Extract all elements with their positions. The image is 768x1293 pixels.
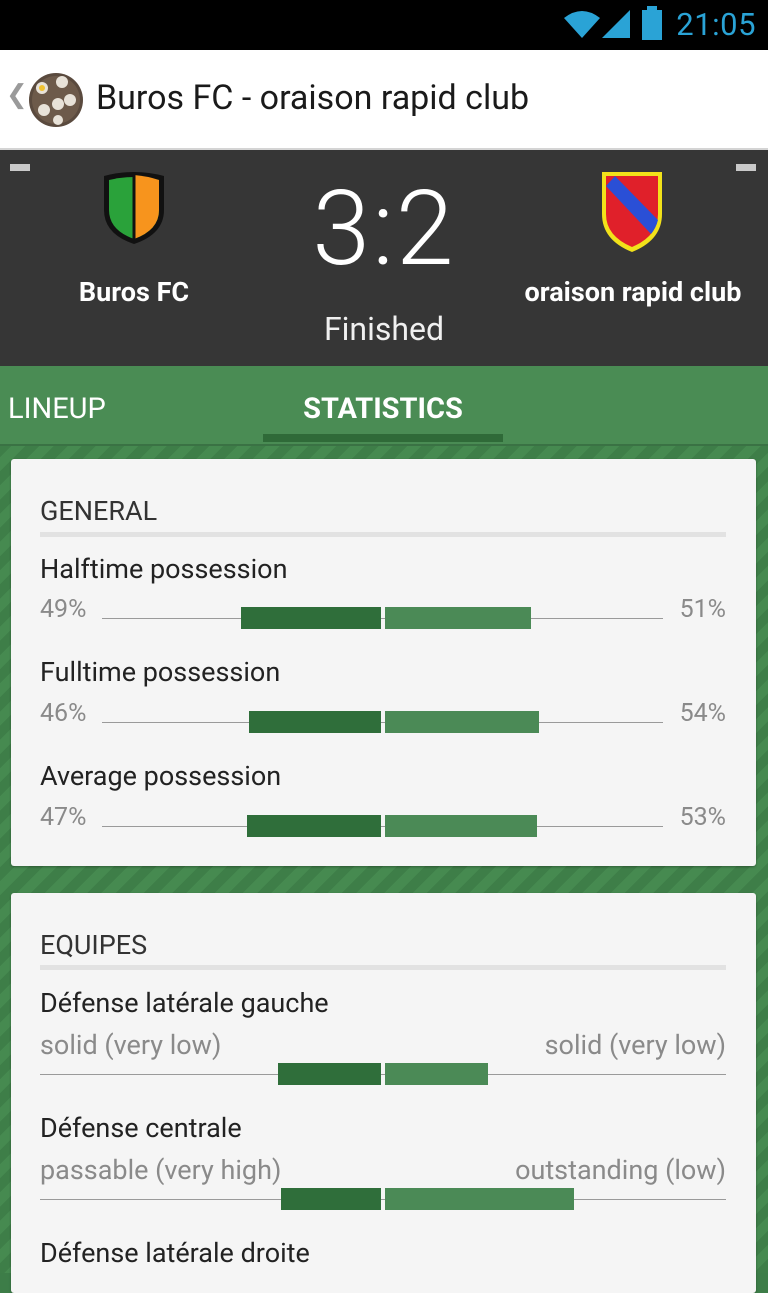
stat-right-value: 51%	[679, 595, 726, 624]
home-stat-bar	[240, 607, 381, 629]
stat-left-value: 49%	[40, 595, 87, 624]
section-divider	[40, 965, 726, 970]
stat-left-value: 46%	[40, 699, 87, 728]
stat-label: Average possession	[40, 760, 282, 792]
stat-label: Défense latérale gauche	[40, 987, 329, 1019]
tab-statistics[interactable]: STATISTICS	[263, 392, 503, 426]
stat-right-value: 54%	[679, 699, 726, 728]
away-team-name: oraison rapid club	[524, 276, 742, 308]
stat-label: Défense centrale	[40, 1112, 242, 1144]
stat-baseline	[40, 1074, 726, 1075]
section-title-equipes: EQUIPES	[40, 929, 148, 961]
home-team-name: Buros FC	[78, 276, 190, 308]
home-team-crest-icon[interactable]	[100, 170, 168, 246]
signal-icon	[602, 10, 630, 38]
equipes-card: EQUIPES Défense latérale gauche solid (v…	[11, 893, 756, 1293]
stat-right-value: outstanding (low)	[515, 1154, 726, 1186]
stat-left-value: 47%	[40, 803, 87, 832]
section-divider	[40, 532, 726, 537]
wifi-icon	[564, 11, 600, 38]
soccer-ball-icon[interactable]	[28, 68, 84, 130]
stat-left-value: passable (very high)	[40, 1154, 282, 1186]
scoreboard: Buros FC 3:2 Finished oraison rapid club	[0, 150, 768, 366]
away-stat-bar	[385, 815, 537, 837]
match-status: Finished	[323, 310, 445, 348]
stat-label: Halftime possession	[40, 553, 288, 585]
match-score: 3:2	[312, 169, 456, 290]
stat-baseline	[102, 722, 663, 723]
stat-baseline	[102, 826, 663, 827]
clock: 21:05	[676, 6, 756, 43]
away-stat-bar	[385, 1063, 489, 1085]
home-stat-bar	[246, 815, 381, 837]
home-stat-bar	[277, 1063, 381, 1085]
stat-baseline	[102, 618, 663, 619]
corner-marker	[736, 164, 756, 171]
away-stat-bar	[385, 1188, 575, 1210]
corner-marker	[10, 164, 30, 171]
away-team-crest-icon[interactable]	[599, 168, 665, 254]
general-card: GENERAL Halftime possession 49% 51% Full…	[11, 459, 756, 866]
stat-baseline	[40, 1199, 726, 1200]
stat-right-value: 53%	[679, 803, 726, 832]
stat-label: Défense latérale droite	[40, 1237, 310, 1269]
page-title: Buros FC - oraison rapid club	[96, 78, 530, 118]
away-stat-bar	[385, 607, 531, 629]
action-bar: ❮ Buros FC - oraison rapid club	[0, 50, 768, 150]
home-stat-bar	[249, 711, 381, 733]
stat-label: Fulltime possession	[40, 656, 281, 688]
statistics-content[interactable]: GENERAL Halftime possession 49% 51% Full…	[0, 446, 768, 1293]
home-stat-bar	[281, 1188, 381, 1210]
stat-right-value: solid (very low)	[544, 1029, 726, 1061]
tab-indicator	[263, 434, 503, 442]
away-stat-bar	[385, 711, 540, 733]
battery-icon	[642, 6, 662, 40]
tab-bar: LINEUP STATISTICS	[0, 366, 768, 446]
section-title-general: GENERAL	[40, 495, 158, 527]
tab-lineup[interactable]: LINEUP	[8, 392, 106, 426]
status-bar: 21:05	[0, 0, 768, 50]
stat-left-value: solid (very low)	[40, 1029, 222, 1061]
back-chevron-icon[interactable]: ❮	[6, 80, 28, 110]
